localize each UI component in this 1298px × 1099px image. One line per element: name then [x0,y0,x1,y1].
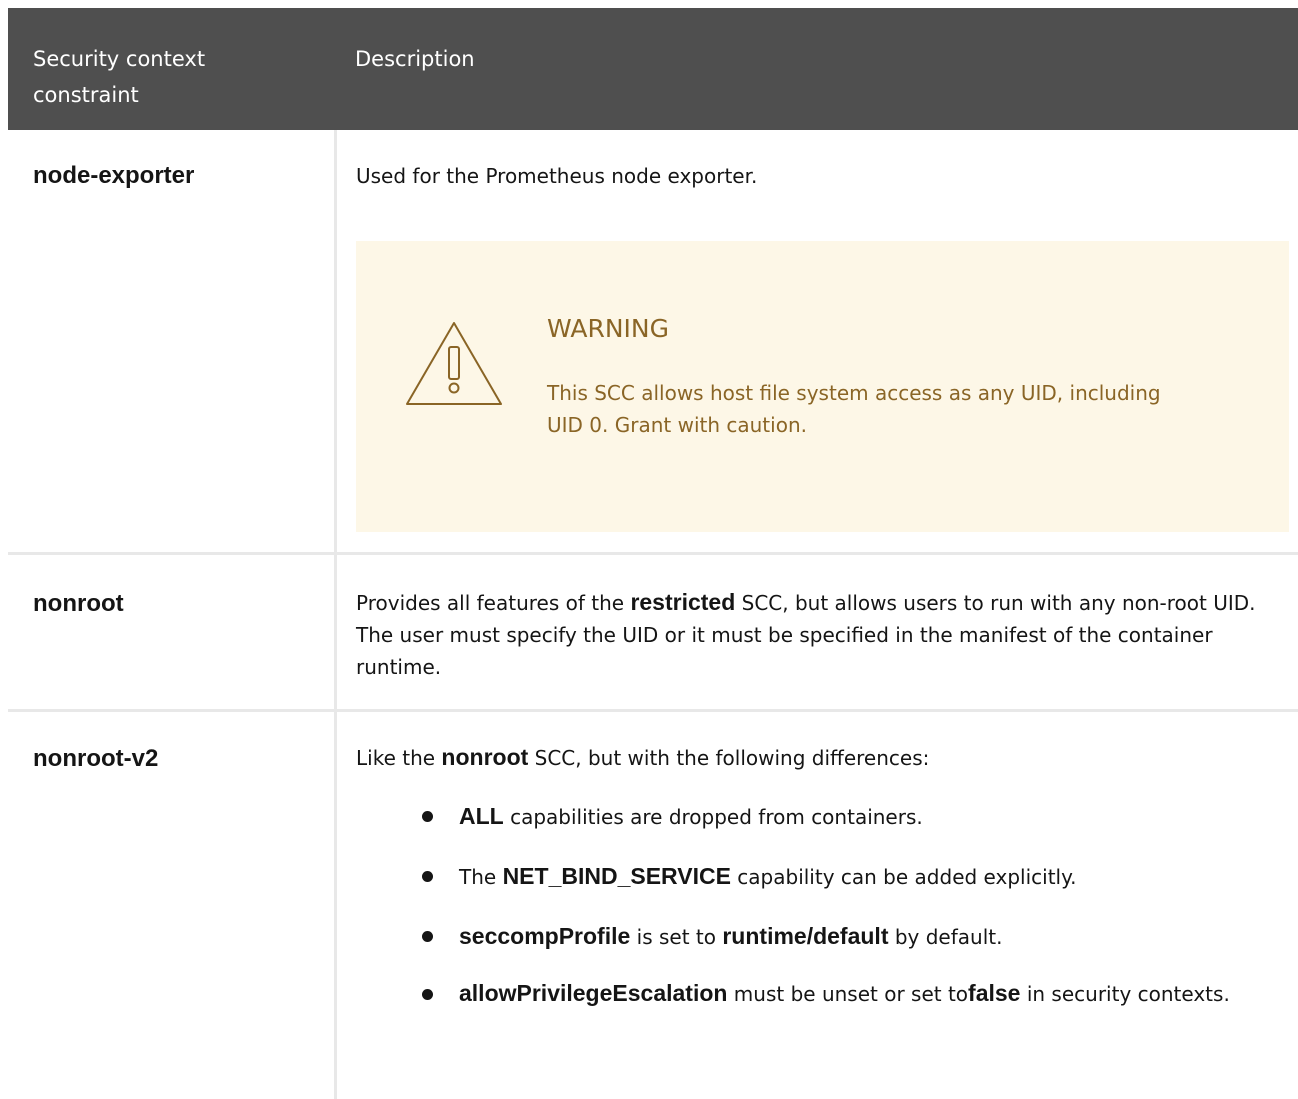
warning-title: WARNING [547,314,669,343]
description-node-exporter: Used for the Prometheus node exporter. [356,164,758,188]
bullet-icon [422,871,433,882]
list-item: allowPrivilegeEscalation must be unset o… [356,980,1259,1009]
nonroot-scc-ref: nonroot [441,744,529,770]
header-description: Description [355,47,475,71]
warning-text: This SCC allows host file system access … [547,381,1161,437]
column-divider [334,130,337,1099]
list-item: ALL capabilities are dropped from contai… [356,800,1286,835]
table-header: Security context constraint Description [8,8,1298,130]
restricted-scc-ref: restricted [630,589,736,615]
bullet-icon [422,989,433,1000]
list-item: seccompProfile is set to runtime/default… [356,920,1286,955]
list-item: The NET_BIND_SERVICE capability can be a… [356,860,1286,895]
description-nonroot-v2: Like the nonroot SCC, but with the follo… [356,744,930,770]
warning-triangle-icon [406,322,502,405]
bullet-icon [422,931,433,942]
description-nonroot: Provides all features of the restricted … [356,589,1256,679]
differences-list: ALL capabilities are dropped from contai… [356,800,1286,1009]
scc-table: Security context constraint Description … [8,8,1298,1099]
row-divider [8,709,1298,712]
scc-name-nonroot: nonroot [33,590,124,617]
scc-name-node-exporter: node-exporter [33,162,195,189]
row-divider [8,552,1298,555]
header-security-context-constraint: Security context constraint [33,47,206,107]
scc-name-nonroot-v2: nonroot-v2 [33,745,159,772]
warning-admonition: WARNING This SCC allows host file system… [356,241,1289,532]
bullet-icon [422,811,433,822]
